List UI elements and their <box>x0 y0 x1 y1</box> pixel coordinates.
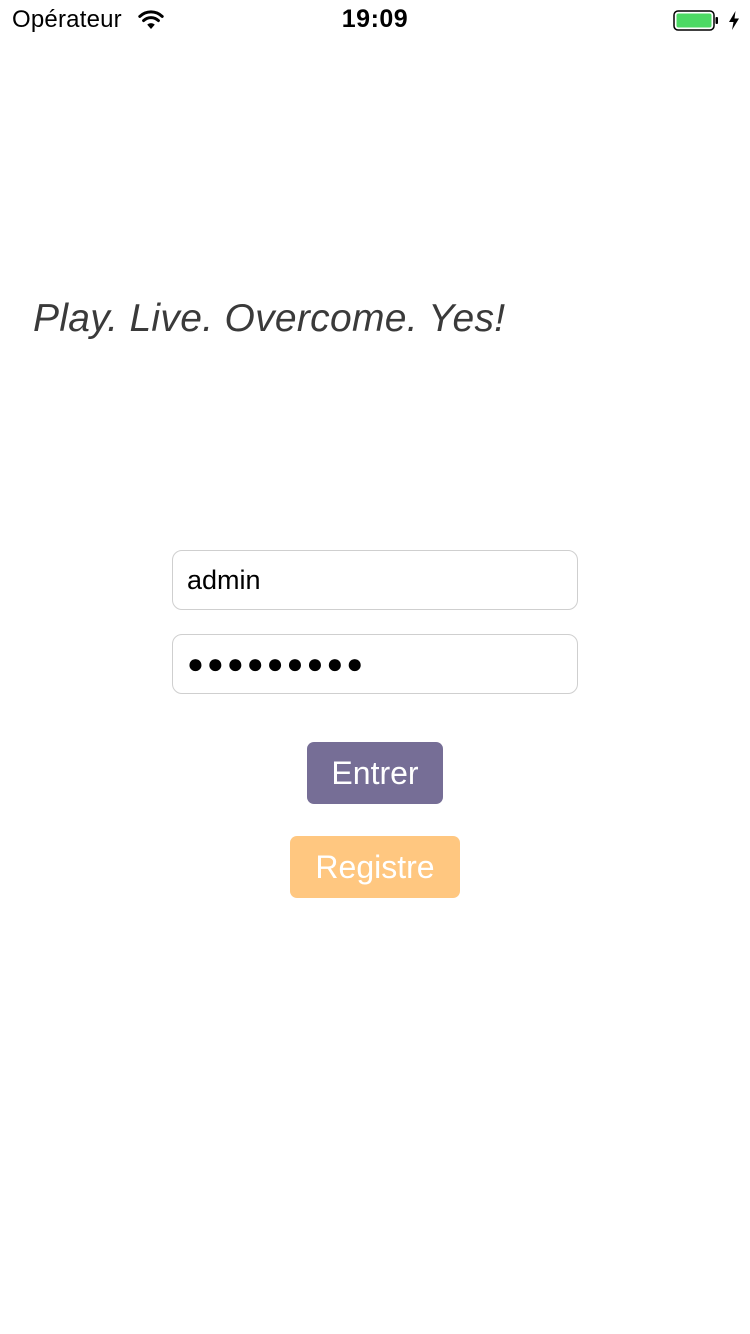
charging-bolt-icon <box>729 11 739 30</box>
username-input[interactable] <box>172 550 578 610</box>
login-screen: Opérateur 19:09 Play. Live. Overcome. Ye… <box>0 0 750 1334</box>
register-button[interactable]: Registre <box>290 836 460 898</box>
tagline: Play. Live. Overcome. Yes! <box>33 297 506 340</box>
status-bar: Opérateur 19:09 <box>0 0 750 40</box>
enter-button[interactable]: Entrer <box>307 742 443 804</box>
password-input[interactable]: ●●●●●●●●● <box>172 634 578 694</box>
status-time: 19:09 <box>341 5 409 33</box>
battery-icon <box>673 10 718 31</box>
